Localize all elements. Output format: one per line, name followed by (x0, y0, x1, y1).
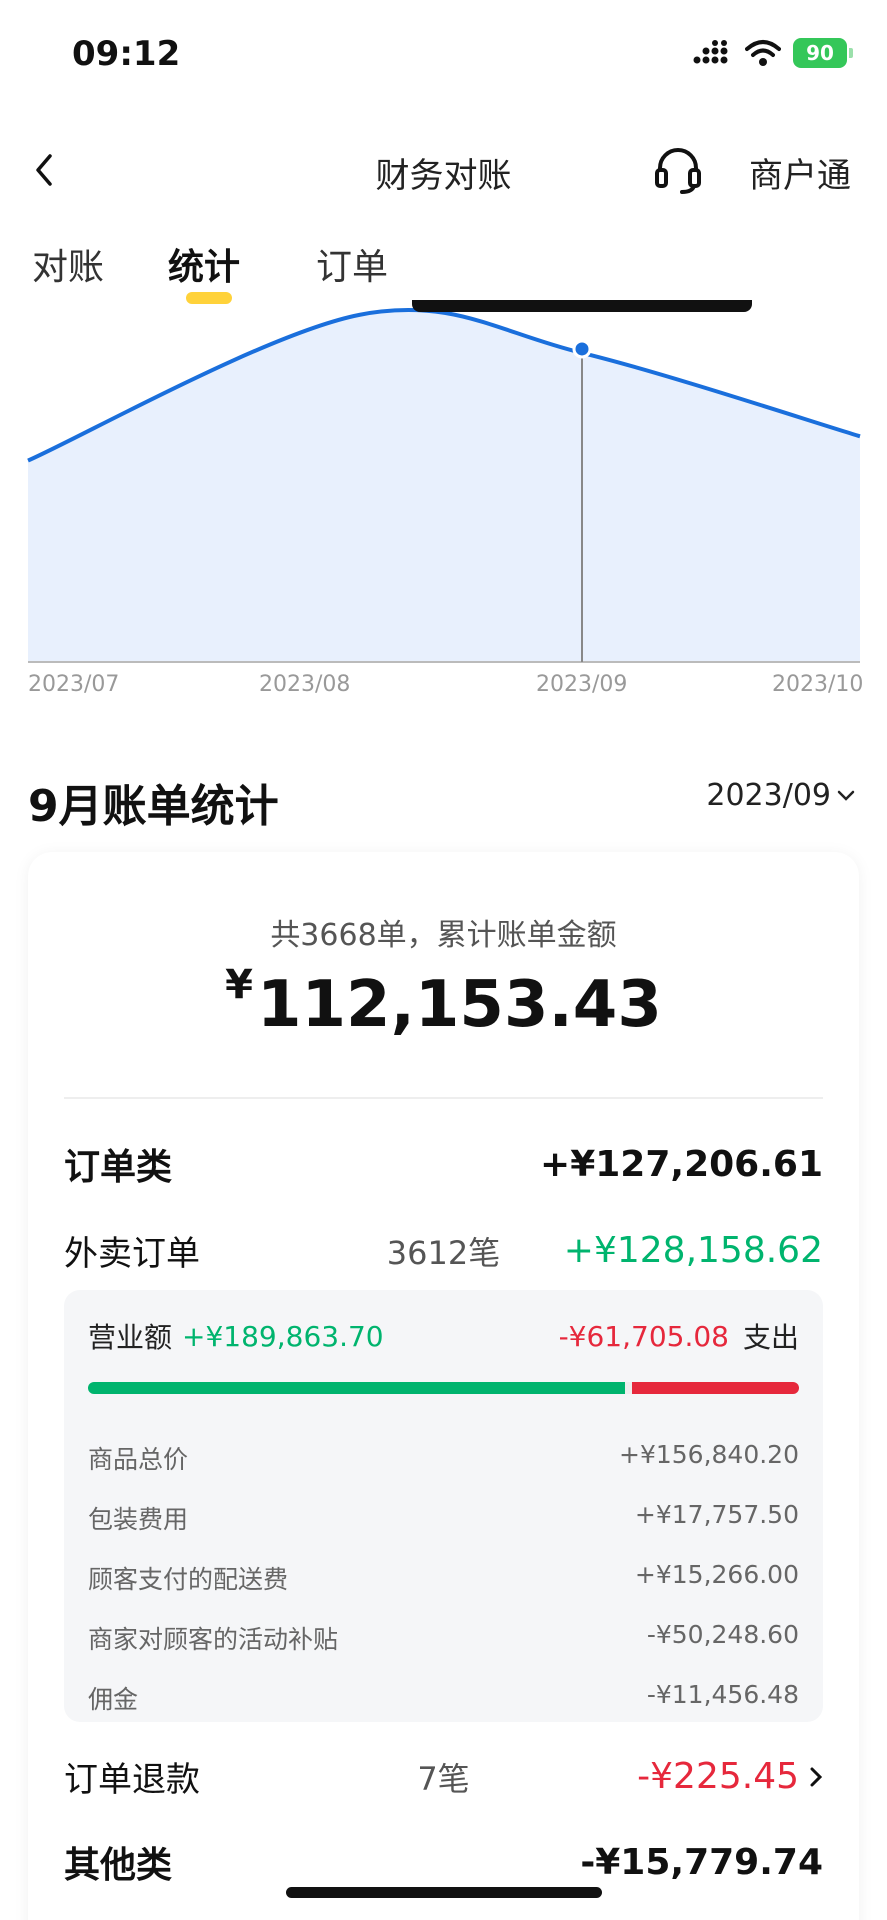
battery-icon: 90 (793, 38, 853, 68)
summary-amount: ¥112,153.43 (28, 962, 859, 1042)
chart-tooltip (412, 300, 752, 312)
nav-bar: 财务对账 商户通 (0, 130, 887, 210)
other-category-row: 其他类 -¥15,779.74 (64, 1836, 823, 1888)
detail-item: 包装费用 +¥17,757.50 (88, 1500, 799, 1536)
takeout-amount: +¥128,158.62 (563, 1230, 823, 1271)
signal-icon (693, 40, 728, 64)
x-tick-label: 2023/09 (536, 672, 628, 697)
expense-label: 支出 (742, 1321, 799, 1354)
revenue-label: 营业额 (88, 1321, 173, 1354)
revenue-progress-bar (88, 1382, 799, 1394)
order-category-label: 订单类 (64, 1147, 173, 1188)
section-title: 9月账单统计 (28, 781, 279, 832)
detail-item: 商家对顾客的活动补贴 -¥50,248.60 (88, 1620, 799, 1656)
tab-statistics[interactable]: 统计 (168, 238, 240, 290)
customer-service-button[interactable] (652, 144, 704, 196)
detail-label: 顾客支付的配送费 (88, 1565, 289, 1594)
detail-value: +¥17,757.50 (634, 1500, 799, 1529)
refund-amount: -¥225.45 (637, 1756, 823, 1797)
merchant-link[interactable]: 商户通 (749, 148, 851, 197)
chevron-right-icon (810, 1767, 823, 1787)
other-category-label: 其他类 (64, 1845, 173, 1886)
revenue-line: 营业额 +¥189,863.70 -¥61,705.08 支出 (88, 1316, 799, 1356)
headset-icon (655, 148, 701, 194)
order-category-row: 订单类 +¥127,206.61 (64, 1138, 823, 1190)
battery-level: 90 (806, 41, 834, 65)
revenue-income: +¥189,863.70 (182, 1319, 384, 1353)
trend-chart-svg (27, 300, 861, 663)
detail-value: -¥11,456.48 (646, 1680, 799, 1709)
summary-count: 共3668单，累计账单金额 (270, 918, 617, 953)
revenue-expense: -¥61,705.08 (558, 1319, 729, 1353)
tab-reconcile[interactable]: 对账 (32, 238, 104, 290)
x-tick-label: 2023/10 (772, 672, 864, 697)
refund-label: 订单退款 (64, 1760, 200, 1800)
refund-amount-text: -¥225.45 (637, 1756, 799, 1797)
detail-value: -¥50,248.60 (646, 1620, 799, 1649)
detail-item: 顾客支付的配送费 +¥15,266.00 (88, 1560, 799, 1596)
takeout-detail-box: 营业额 +¥189,863.70 -¥61,705.08 支出 商品总价 +¥15… (64, 1290, 823, 1722)
takeout-row: 外卖订单 3612笔 +¥128,158.62 (64, 1226, 823, 1275)
detail-label: 佣金 (88, 1685, 139, 1714)
takeout-label: 外卖订单 (64, 1234, 200, 1274)
bill-summary-card: 共3668单，累计账单金额 ¥112,153.43 订单类 +¥127,206.… (28, 852, 859, 1920)
x-tick-label: 2023/08 (259, 672, 351, 697)
detail-label: 包装费用 (88, 1505, 189, 1534)
total-amount: 112,153.43 (256, 968, 662, 1042)
currency-symbol: ¥ (225, 962, 253, 1008)
detail-value: +¥156,840.20 (619, 1440, 799, 1469)
wifi-icon (745, 40, 781, 66)
other-category-amount: -¥15,779.74 (580, 1841, 823, 1883)
refund-row[interactable]: 订单退款 7笔 -¥225.45 (64, 1752, 823, 1801)
order-category-amount: +¥127,206.61 (540, 1143, 823, 1185)
chart-area (28, 309, 860, 662)
trend-chart[interactable]: 2023/07 2023/08 2023/09 2023/10 (0, 300, 887, 710)
x-tick-label: 2023/07 (28, 672, 120, 697)
expense-bar (631, 1382, 799, 1394)
chart-point-highlight[interactable] (572, 339, 592, 359)
chevron-down-icon (837, 790, 855, 801)
detail-value: +¥15,266.00 (634, 1560, 799, 1589)
status-bar: 09:12 90 (0, 0, 887, 110)
selected-month: 2023/09 (706, 778, 831, 813)
income-bar (88, 1382, 625, 1394)
month-selector[interactable]: 2023/09 (706, 778, 855, 813)
detail-label: 商家对顾客的活动补贴 (88, 1625, 339, 1654)
detail-item: 佣金 -¥11,456.48 (88, 1680, 799, 1716)
tab-orders[interactable]: 订单 (316, 238, 388, 290)
status-time: 09:12 (72, 34, 181, 74)
detail-label: 商品总价 (88, 1445, 189, 1474)
tab-bar: 对账 统计 订单 (0, 238, 887, 308)
detail-item: 商品总价 +¥156,840.20 (88, 1440, 799, 1476)
divider (64, 1097, 823, 1099)
home-indicator (286, 1887, 602, 1898)
status-icons: 90 (693, 38, 853, 68)
